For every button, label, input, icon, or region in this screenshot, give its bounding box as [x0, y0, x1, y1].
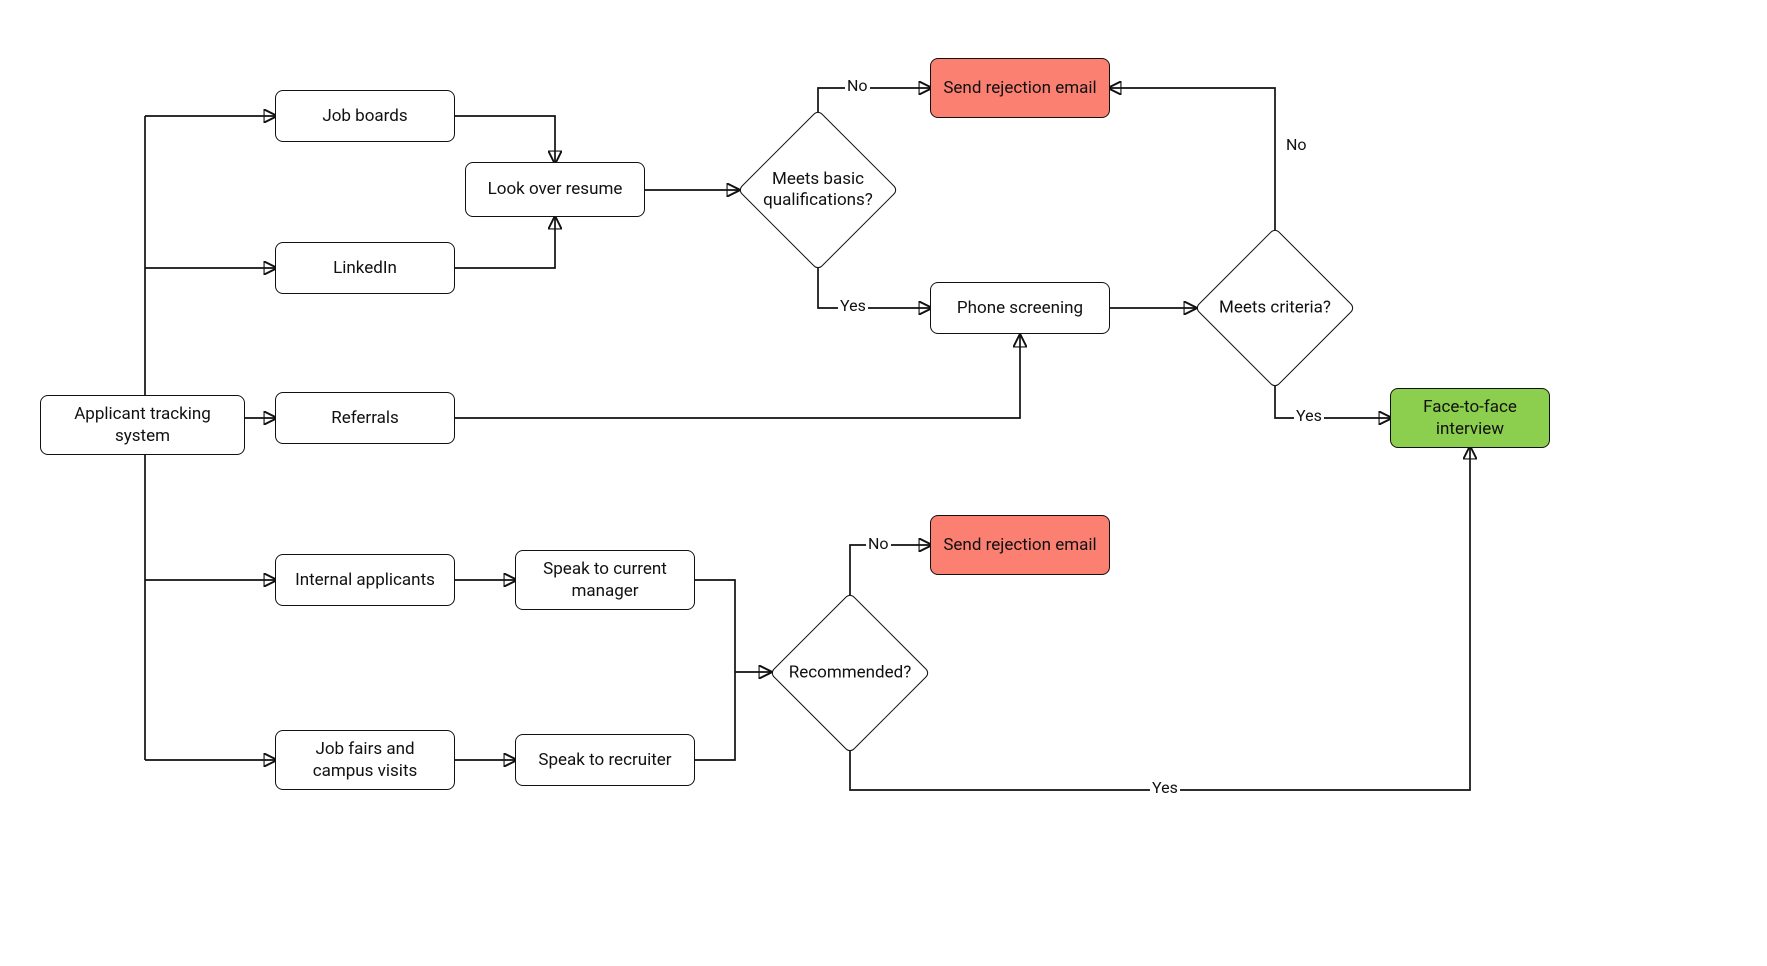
decision-label: Meets basic qualifications?: [753, 169, 883, 212]
node-send-rejection-email-2: Send rejection email: [930, 515, 1110, 575]
decision-meets-basic-qualifications: Meets basic qualifications?: [738, 112, 898, 268]
edge-label-no: No: [866, 534, 891, 553]
decision-label: Meets criteria?: [1210, 297, 1340, 318]
edge-label-no: No: [1284, 135, 1309, 154]
decision-label: Recommended?: [785, 662, 915, 683]
edge-label-no: No: [845, 76, 870, 95]
node-internal-applicants: Internal applicants: [275, 554, 455, 606]
node-job-fairs: Job fairs and campus visits: [275, 730, 455, 790]
node-phone-screening: Phone screening: [930, 282, 1110, 334]
node-applicant-tracking-system: Applicant tracking system: [40, 395, 245, 455]
node-speak-recruiter: Speak to recruiter: [515, 734, 695, 786]
node-referrals: Referrals: [275, 392, 455, 444]
node-linkedin: LinkedIn: [275, 242, 455, 294]
decision-recommended: Recommended?: [770, 595, 930, 751]
decision-meets-criteria: Meets criteria?: [1195, 230, 1355, 386]
node-send-rejection-email-1: Send rejection email: [930, 58, 1110, 118]
node-job-boards: Job boards: [275, 90, 455, 142]
node-look-over-resume: Look over resume: [465, 162, 645, 217]
edge-label-yes: Yes: [838, 296, 868, 315]
edge-label-yes: Yes: [1150, 778, 1180, 797]
node-face-to-face-interview: Face-to-face interview: [1390, 388, 1550, 448]
node-speak-current-manager: Speak to current manager: [515, 550, 695, 610]
edge-label-yes: Yes: [1294, 406, 1324, 425]
flowchart-canvas: Applicant tracking system Job boards Lin…: [0, 0, 1767, 966]
